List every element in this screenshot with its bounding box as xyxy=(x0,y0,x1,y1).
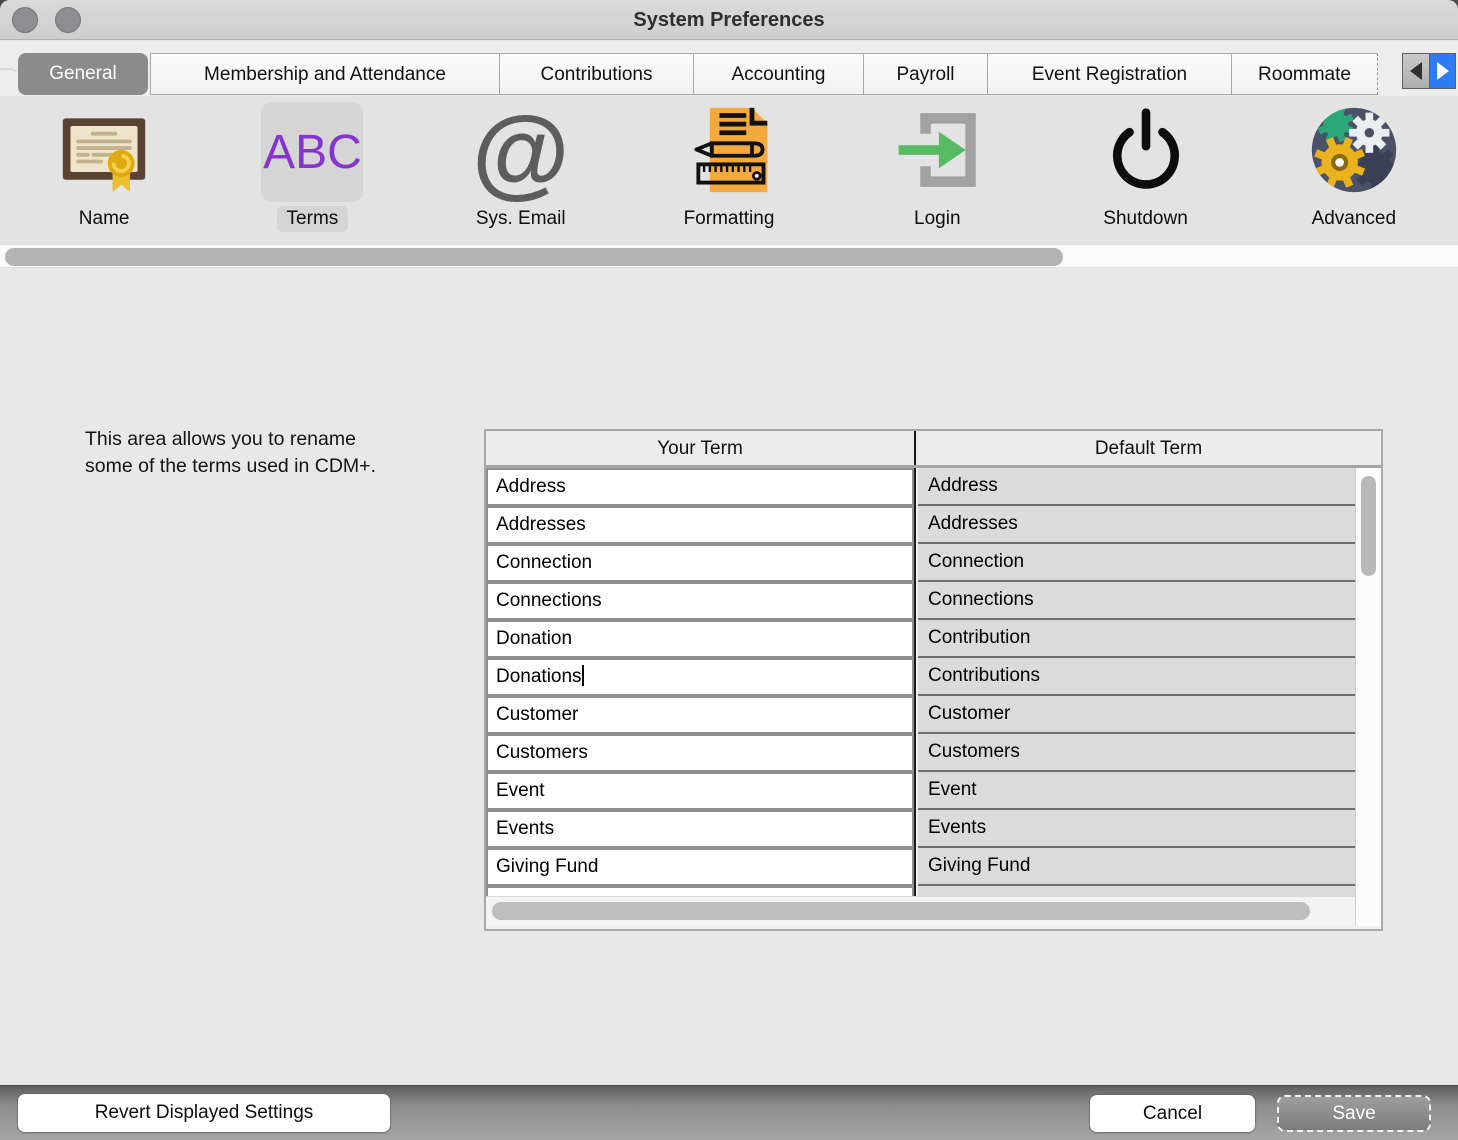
certificate-icon xyxy=(58,104,150,201)
abc-icon: ABC xyxy=(263,125,362,180)
tab-bar: General Membership and Attendance Contri… xyxy=(0,41,1458,96)
terms-table-header: Your Term Default Term xyxy=(486,431,1381,468)
default-term-cell: Events xyxy=(918,810,1355,848)
toolbar-label-name: Name xyxy=(69,206,140,232)
your-term-field-editing[interactable]: Donations xyxy=(486,658,914,696)
your-term-field[interactable]: Connections xyxy=(486,582,914,620)
toolbar-item-name[interactable]: Name xyxy=(0,96,208,244)
toolbar-label-terms: Terms xyxy=(277,206,349,232)
title-bar: System Preferences xyxy=(0,0,1458,40)
save-button[interactable]: Save xyxy=(1277,1095,1431,1132)
toolbar-item-login[interactable]: Login xyxy=(833,96,1041,244)
toolbar-scrollbar-track[interactable] xyxy=(0,244,1458,268)
toolbar-label-advanced: Advanced xyxy=(1302,206,1407,232)
toolbar-item-advanced[interactable]: Advanced xyxy=(1250,96,1458,244)
window-title: System Preferences xyxy=(0,0,1458,40)
table-horizontal-scrollbar-thumb[interactable] xyxy=(492,902,1310,920)
default-term-cell: Contribution xyxy=(918,620,1355,658)
header-default-term: Default Term xyxy=(916,431,1381,465)
tab-payroll[interactable]: Payroll xyxy=(863,53,988,95)
your-term-column: Address Addresses Connection Connections… xyxy=(486,468,916,924)
default-term-cell: Addresses xyxy=(918,506,1355,544)
terms-table: Your Term Default Term Address Addresses… xyxy=(484,429,1383,931)
terms-table-body: Address Addresses Connection Connections… xyxy=(486,468,1381,926)
system-preferences-window: System Preferences General Membership an… xyxy=(0,0,1458,1140)
scroll-left-icon xyxy=(1410,62,1422,80)
your-term-field[interactable]: Address xyxy=(486,468,914,506)
tab-accounting[interactable]: Accounting xyxy=(693,53,864,95)
tab-event-registration[interactable]: Event Registration xyxy=(987,53,1232,95)
tab-contributions[interactable]: Contributions xyxy=(499,53,694,95)
default-term-cell: Event xyxy=(918,772,1355,810)
your-term-field[interactable]: Events xyxy=(486,810,914,848)
default-term-cell: Customer xyxy=(918,696,1355,734)
default-term-cell: Connections xyxy=(918,582,1355,620)
toolbar-item-formatting[interactable]: Formatting xyxy=(625,96,833,244)
table-vertical-scrollbar-track[interactable] xyxy=(1355,468,1381,926)
general-terms-pane: This area allows you to rename some of t… xyxy=(0,270,1458,1085)
your-term-field[interactable]: Connection xyxy=(486,544,914,582)
toolbar-item-sys-email[interactable]: @ Sys. Email xyxy=(417,96,625,244)
default-term-cell: Address xyxy=(918,468,1355,506)
default-term-column: Address Addresses Connection Connections… xyxy=(918,468,1355,924)
tab-scroll-left-button[interactable] xyxy=(1402,53,1429,89)
power-icon xyxy=(1100,104,1192,201)
document-format-icon xyxy=(683,104,775,201)
toolbar-item-terms[interactable]: ABC Terms xyxy=(208,96,416,244)
table-horizontal-scrollbar-track[interactable] xyxy=(486,896,1355,926)
preferences-toolbar: Name ABC Terms @ Sys. Email xyxy=(0,96,1458,244)
revert-displayed-settings-button[interactable]: Revert Displayed Settings xyxy=(18,1094,390,1132)
default-term-cell: Connection xyxy=(918,544,1355,582)
tab-membership-and-attendance[interactable]: Membership and Attendance xyxy=(150,53,500,95)
tab-roommate[interactable]: Roommate xyxy=(1231,53,1378,95)
default-term-cell: Contributions xyxy=(918,658,1355,696)
tab-scroll-buttons xyxy=(1402,53,1456,89)
default-term-cell: Giving Fund xyxy=(918,848,1355,886)
scroll-right-icon xyxy=(1437,62,1449,80)
login-arrow-icon xyxy=(891,104,983,201)
default-term-cell: Customers xyxy=(918,734,1355,772)
gears-icon xyxy=(1308,104,1400,201)
at-icon: @ xyxy=(472,102,570,202)
cancel-button[interactable]: Cancel xyxy=(1090,1095,1255,1132)
your-term-field[interactable]: Giving Fund xyxy=(486,848,914,886)
your-term-field[interactable]: Event xyxy=(486,772,914,810)
header-your-term: Your Term xyxy=(486,431,916,465)
table-vertical-scrollbar-thumb[interactable] xyxy=(1361,476,1376,576)
your-term-field[interactable]: Addresses xyxy=(486,506,914,544)
terms-description: This area allows you to rename some of t… xyxy=(85,426,485,479)
toolbar-scrollbar-thumb[interactable] xyxy=(5,248,1063,266)
your-term-field[interactable]: Customer xyxy=(486,696,914,734)
toolbar-label-shutdown: Shutdown xyxy=(1093,206,1198,232)
text-cursor xyxy=(582,665,584,686)
footer-bar: Revert Displayed Settings Cancel Save xyxy=(0,1085,1458,1140)
tab-scroll-right-button[interactable] xyxy=(1429,53,1456,89)
toolbar-label-sys-email: Sys. Email xyxy=(466,206,576,232)
your-term-field[interactable]: Donation xyxy=(486,620,914,658)
your-term-field[interactable]: Customers xyxy=(486,734,914,772)
tab-general[interactable]: General xyxy=(18,53,148,95)
toolbar-item-shutdown[interactable]: Shutdown xyxy=(1041,96,1249,244)
toolbar-label-login: Login xyxy=(904,206,971,232)
toolbar-label-formatting: Formatting xyxy=(674,206,785,232)
